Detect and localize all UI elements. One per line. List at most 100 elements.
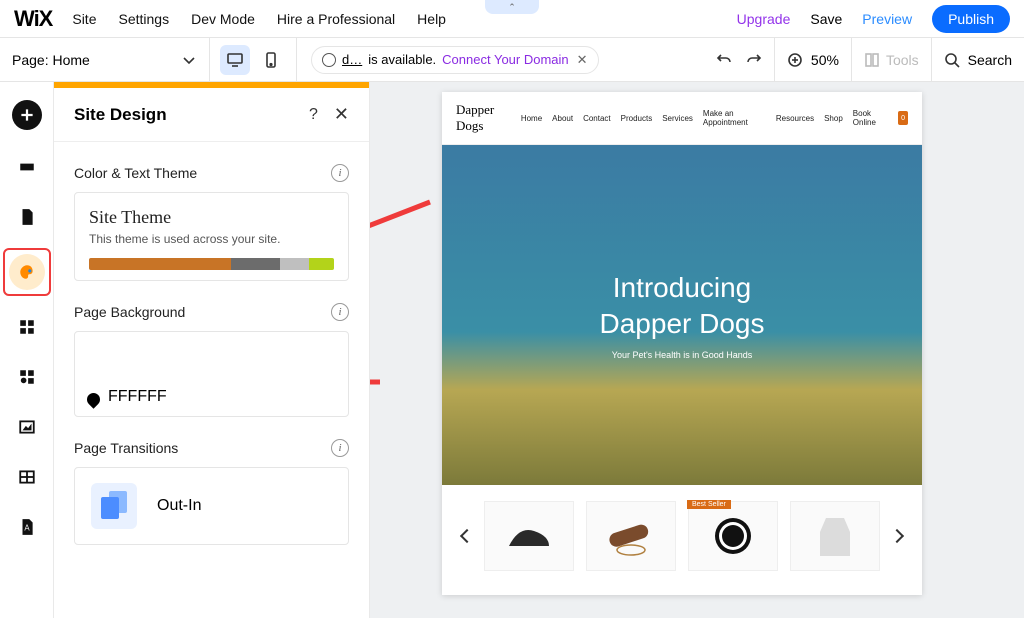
product-image — [601, 516, 661, 556]
palette-swatch — [231, 258, 280, 270]
domain-close-icon[interactable]: ✕ — [577, 52, 588, 68]
undo-redo-group — [704, 38, 775, 81]
top-menu-bar: ⌃ WiX Site Settings Dev Mode Hire a Prof… — [0, 0, 1024, 38]
plus-circle-icon — [787, 52, 803, 68]
image-icon — [18, 418, 36, 436]
menu-devmode[interactable]: Dev Mode — [191, 11, 255, 27]
mobile-view-button[interactable] — [256, 45, 286, 75]
rail-apps-button[interactable] — [14, 314, 40, 340]
save-button[interactable]: Save — [810, 11, 842, 27]
transition-name: Out-In — [157, 497, 201, 515]
theme-card-subtitle: This theme is used across your site. — [89, 232, 334, 246]
site-header: Dapper Dogs Home About Contact Products Serv… — [442, 92, 922, 145]
panels-icon — [864, 52, 880, 68]
preview-link[interactable]: Preview — [862, 11, 912, 27]
info-icon[interactable]: i — [331, 439, 349, 457]
globe-icon — [322, 53, 336, 67]
workspace: A Site Design ? ✕ Color & Text Theme i S… — [0, 82, 1024, 618]
publish-button[interactable]: Publish — [932, 5, 1010, 33]
product-item[interactable] — [586, 501, 676, 571]
palette-swatch — [89, 258, 182, 270]
product-image — [711, 514, 755, 558]
rail-business-button[interactable] — [14, 364, 40, 390]
puzzle-icon — [18, 368, 36, 386]
menu-settings[interactable]: Settings — [118, 11, 169, 27]
page-dropdown[interactable]: Page: Home — [0, 38, 210, 81]
canvas-area[interactable]: Dapper Dogs Home About Contact Products Serv… — [370, 82, 1024, 618]
best-seller-badge: Best Seller — [687, 500, 731, 509]
chevron-down-icon — [181, 52, 197, 68]
domain-area: d… is available. Connect Your Domain ✕ — [297, 38, 704, 81]
page-icon — [18, 208, 36, 226]
annotation-arrow — [370, 192, 440, 252]
site-theme-card[interactable]: Site Theme This theme is used across you… — [74, 192, 349, 281]
site-design-panel: Site Design ? ✕ Color & Text Theme i Sit… — [54, 82, 370, 618]
zoom-control[interactable]: 50% — [775, 38, 852, 81]
palette-swatch — [309, 258, 334, 270]
search-button[interactable]: Search — [932, 38, 1024, 81]
add-elements-button[interactable] — [12, 100, 42, 130]
info-icon[interactable]: i — [331, 164, 349, 182]
page-background-card[interactable]: FFFFFF — [74, 331, 349, 417]
product-item[interactable]: Best Seller — [688, 501, 778, 571]
product-image — [504, 516, 554, 556]
rail-media-button[interactable] — [14, 414, 40, 440]
carousel-prev-icon[interactable] — [460, 529, 474, 543]
undo-button[interactable] — [716, 52, 732, 68]
upgrade-link[interactable]: Upgrade — [737, 11, 791, 27]
site-nav-item[interactable]: Resources — [776, 114, 814, 123]
page-transitions-card[interactable]: Out-In — [74, 467, 349, 545]
hero-section: IntroducingDapper Dogs Your Pet's Health… — [442, 145, 922, 485]
redo-button[interactable] — [746, 52, 762, 68]
connect-domain-link[interactable]: Connect Your Domain — [442, 52, 568, 67]
rail-content-button[interactable] — [14, 464, 40, 490]
hero-subtext: Your Pet's Health is in Good Hands — [612, 350, 752, 360]
hero-heading: IntroducingDapper Dogs — [600, 270, 765, 343]
info-icon[interactable]: i — [331, 303, 349, 321]
top-collapse-tab[interactable]: ⌃ — [485, 0, 539, 14]
left-rail: A — [0, 82, 54, 618]
site-nav-item[interactable]: Products — [621, 114, 653, 123]
svg-text:A: A — [24, 523, 30, 532]
menu-hire[interactable]: Hire a Professional — [277, 11, 395, 27]
transitions-section-label: Page Transitions — [74, 440, 178, 456]
desktop-view-button[interactable] — [220, 45, 250, 75]
site-logo: Dapper Dogs — [456, 102, 521, 134]
editor-toolbar: Page: Home d… is available. Connect Your… — [0, 38, 1024, 82]
zoom-value: 50% — [811, 52, 839, 68]
file-a-icon: A — [18, 518, 36, 536]
close-panel-button[interactable]: ✕ — [334, 104, 349, 125]
site-nav-item[interactable]: Services — [662, 114, 693, 123]
help-button[interactable]: ? — [309, 106, 318, 124]
section-icon — [18, 158, 36, 176]
rail-sections-button[interactable] — [14, 154, 40, 180]
theme-section-label: Color & Text Theme — [74, 165, 197, 181]
tools-button[interactable]: Tools — [852, 38, 932, 81]
cart-icon[interactable]: 0 — [898, 111, 908, 125]
rail-cms-button[interactable]: A — [14, 514, 40, 540]
site-nav-item[interactable]: Make an Appointment — [703, 109, 766, 127]
wix-logo: WiX — [14, 6, 52, 32]
rail-pages-button[interactable] — [14, 204, 40, 230]
menu-site[interactable]: Site — [72, 11, 96, 27]
carousel-next-icon[interactable] — [890, 529, 904, 543]
transition-thumb-icon — [91, 483, 137, 529]
site-preview[interactable]: Dapper Dogs Home About Contact Products Serv… — [442, 92, 922, 595]
site-nav-item[interactable]: Contact — [583, 114, 611, 123]
theme-palette — [89, 258, 334, 270]
site-nav: Home About Contact Products Services Make an … — [521, 109, 908, 127]
palette-swatch — [182, 258, 231, 270]
menu-help[interactable]: Help — [417, 11, 446, 27]
grid-icon — [18, 318, 36, 336]
product-item[interactable] — [790, 501, 880, 571]
site-nav-item[interactable]: Shop — [824, 114, 843, 123]
site-nav-item[interactable]: Home — [521, 114, 542, 123]
site-nav-item[interactable]: About — [552, 114, 573, 123]
device-switcher — [210, 38, 297, 81]
annotation-highlight-box — [3, 248, 51, 296]
product-item[interactable] — [484, 501, 574, 571]
domain-status-text: is available. — [368, 52, 436, 67]
site-nav-item[interactable]: Book Online — [853, 109, 888, 127]
top-menu: Site Settings Dev Mode Hire a Profession… — [72, 11, 446, 27]
rail-site-design-button[interactable] — [9, 254, 45, 290]
